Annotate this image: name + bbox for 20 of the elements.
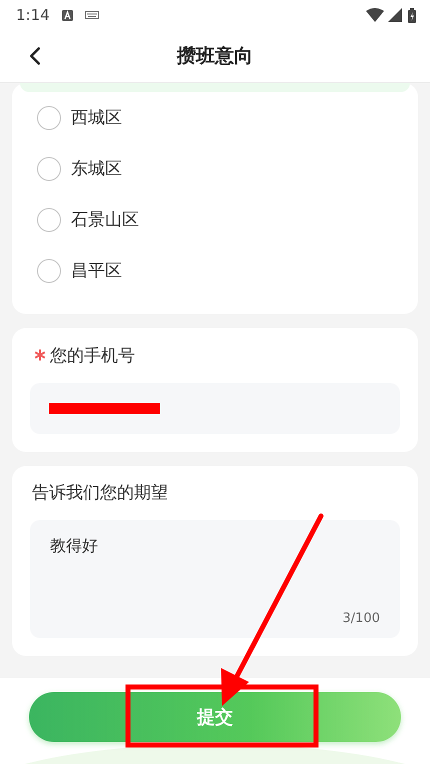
radio-button[interactable]	[37, 106, 61, 130]
field-label: 您的手机号	[50, 344, 135, 366]
phone-input-field[interactable]	[30, 383, 400, 434]
wifi-icon	[366, 8, 384, 22]
district-option[interactable]: 昌平区	[12, 245, 418, 296]
battery-icon	[408, 8, 416, 22]
expectation-text-area[interactable]: 教得好 3/100	[30, 520, 400, 638]
keyboard-icon	[84, 11, 99, 19]
status-time: 1:14	[16, 6, 50, 24]
radio-button[interactable]	[37, 258, 61, 282]
district-option[interactable]: 东城区	[12, 143, 418, 194]
page-title: 攒班意向	[177, 44, 253, 69]
district-option[interactable]: 西城区	[12, 92, 418, 143]
text-input-icon	[62, 10, 73, 20]
radio-button[interactable]	[37, 156, 61, 180]
radio-button[interactable]	[37, 208, 61, 232]
district-option[interactable]: 石景山区	[12, 194, 418, 245]
field-label: 告诉我们您的期望	[32, 482, 168, 504]
signal-icon	[388, 8, 402, 22]
character-counter: 3/100	[342, 611, 380, 626]
